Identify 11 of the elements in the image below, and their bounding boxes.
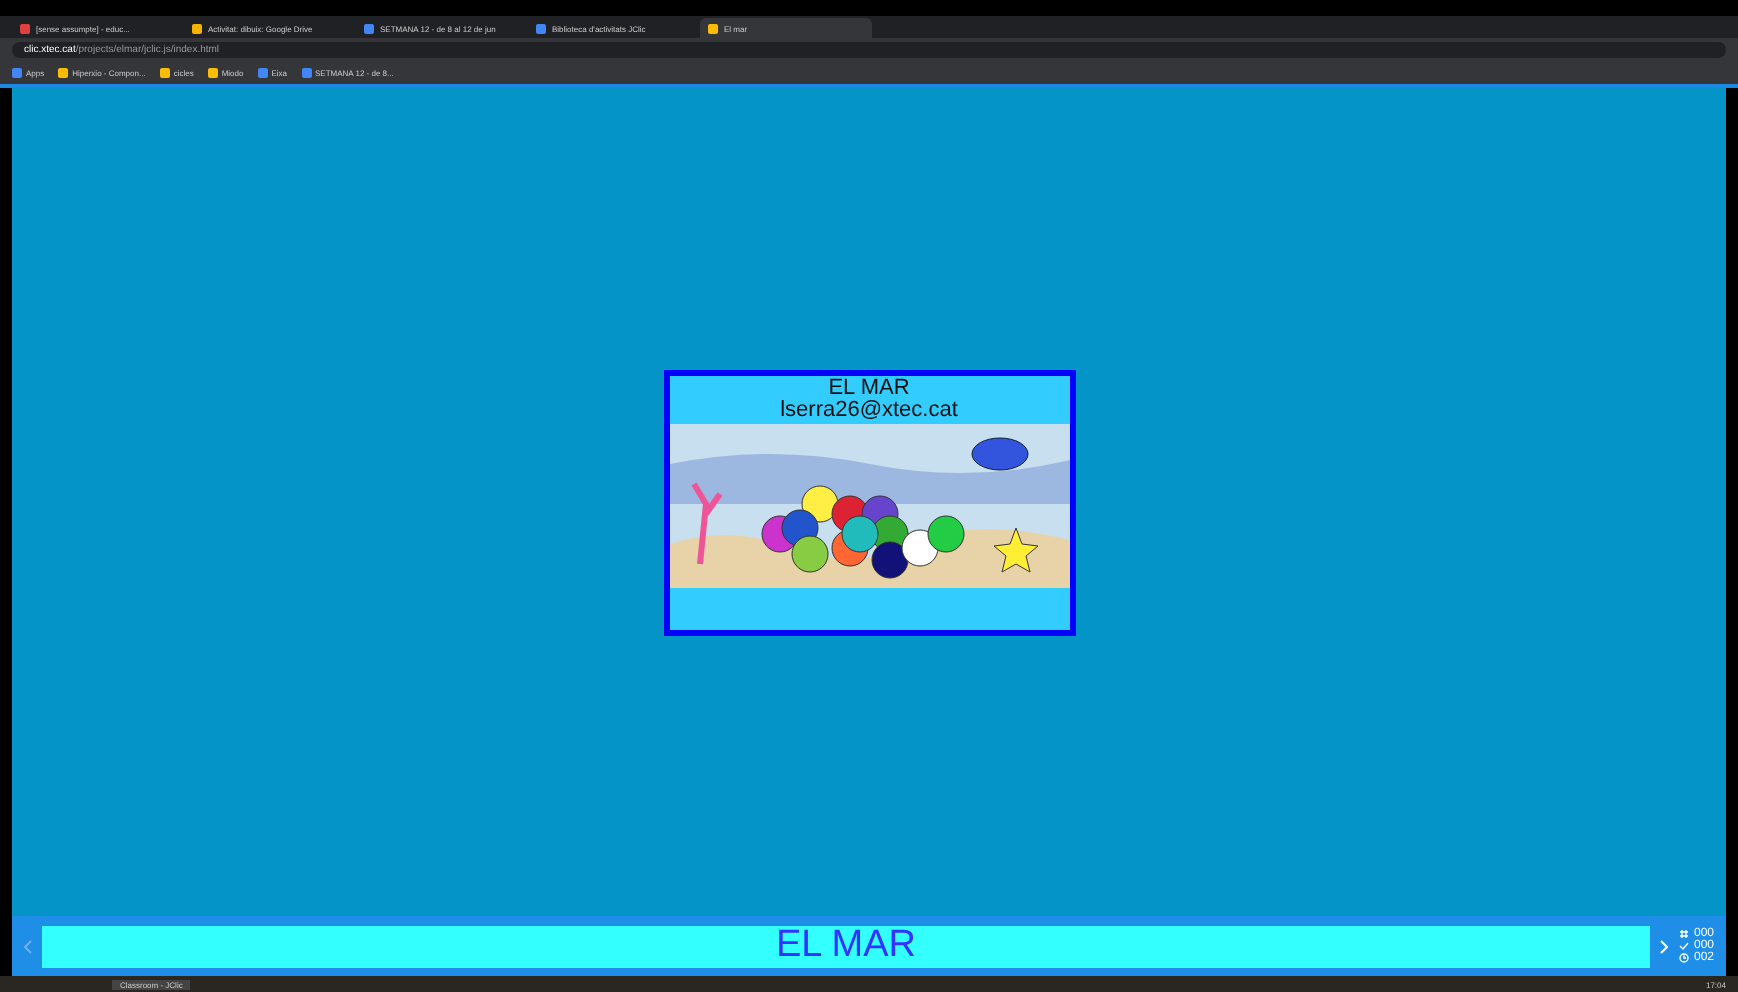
tab-favicon-icon (708, 23, 718, 33)
card-title: EL MAR (828, 377, 910, 397)
tab-favicon-icon (192, 23, 202, 33)
hash-icon (1677, 928, 1690, 940)
tab-favicon-icon (536, 23, 546, 33)
tab-favicon-icon (364, 23, 374, 33)
clock-icon (1677, 952, 1690, 964)
check-icon (1677, 940, 1690, 952)
activity-title-bar: EL MAR (42, 925, 1650, 967)
card-author: lserra26@xtec.cat (780, 399, 958, 419)
tab-favicon-icon (20, 23, 30, 33)
